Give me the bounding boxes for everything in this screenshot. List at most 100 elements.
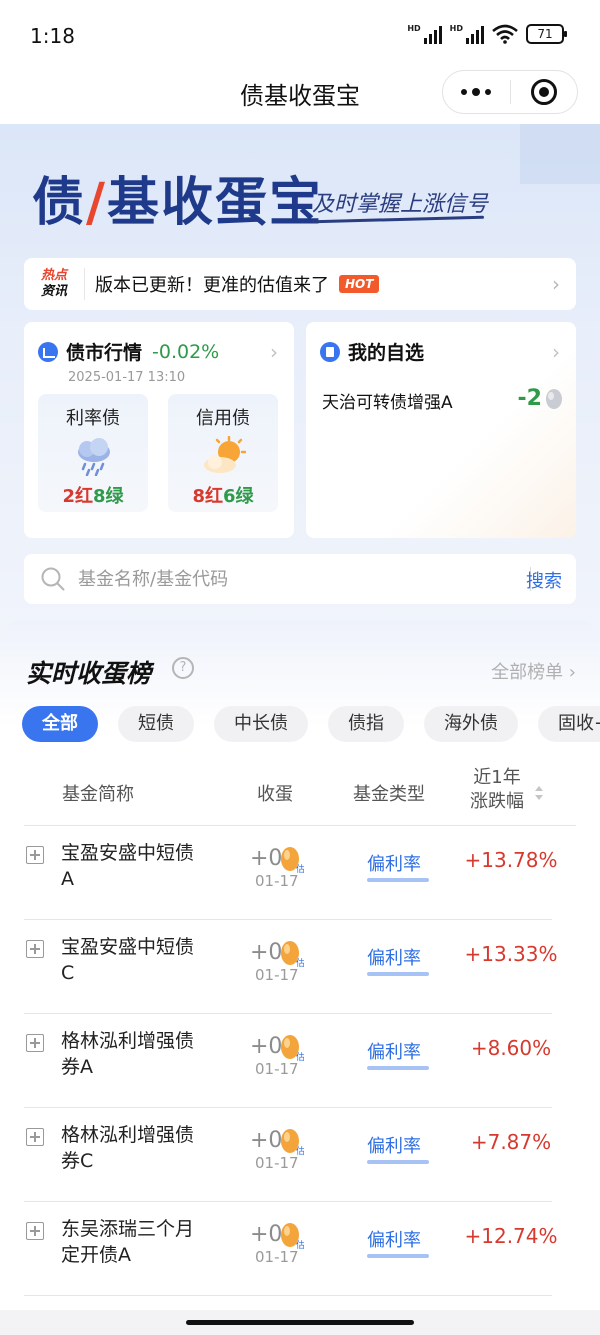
- search-bar: 搜索: [24, 554, 576, 604]
- add-fund-icon[interactable]: [26, 846, 44, 864]
- favorite-fund-name[interactable]: 天治可转债增强A: [322, 388, 453, 413]
- credit-bond-count: 8红6绿: [192, 486, 254, 507]
- search-icon: [41, 567, 65, 591]
- fund-type[interactable]: 偏利率: [367, 1226, 421, 1252]
- header-eggs: 收蛋: [257, 784, 293, 805]
- tab-mid-long-bond[interactable]: 中长债: [214, 706, 308, 742]
- add-fund-icon[interactable]: [26, 1128, 44, 1146]
- home-indicator: [186, 1320, 414, 1325]
- egg-icon: 估: [281, 1035, 304, 1062]
- rain-cloud-icon: [78, 438, 110, 476]
- more-icon[interactable]: [443, 88, 510, 96]
- header-change[interactable]: 近1年 涨跌幅: [470, 766, 524, 814]
- favorites-card[interactable]: 我的自选 › 天治可转债增强A -2: [306, 322, 576, 538]
- table-row[interactable]: 宝盈安盛中短债C +0 估 01-17 偏利率 +13.33%: [24, 920, 576, 1014]
- status-icons: HD HD 71: [407, 24, 567, 44]
- table-row[interactable]: 宝盈安盛中短债A +0 估 01-17 偏利率 +13.78%: [24, 826, 576, 920]
- category-tabs: 全部 短债 中长债 债指 海外债 固收+: [22, 706, 600, 742]
- fund-type[interactable]: 偏利率: [367, 1132, 421, 1158]
- hero-slogan: 及时掌握上涨信号: [312, 192, 489, 217]
- chevron-right-icon: ›: [552, 272, 560, 296]
- table-row[interactable]: 格林泓利增强债券A +0 估 01-17 偏利率 +8.60%: [24, 1014, 576, 1108]
- chart-icon: [38, 341, 58, 362]
- header-fund-name: 基金简称: [62, 784, 134, 805]
- tab-bond-index[interactable]: 债指: [328, 706, 404, 742]
- sort-icon[interactable]: [534, 784, 544, 802]
- egg-date: 01-17: [255, 966, 299, 984]
- title-bar: 债基收蛋宝: [0, 60, 600, 124]
- ranking-panel: 实时收蛋榜 ? 全部榜单 › 全部 短债 中长债 债指 海外债 固收+ 基金简称…: [0, 620, 600, 1335]
- egg-date: 01-17: [255, 1060, 299, 1078]
- wifi-icon: [492, 24, 518, 44]
- status-time: 1:18: [30, 24, 75, 48]
- tab-all[interactable]: 全部: [22, 706, 98, 742]
- table-row[interactable]: 东吴添瑞三个月定开债A +0 估 01-17 偏利率 +12.74%: [24, 1202, 576, 1296]
- fund-type-underline: [367, 878, 429, 882]
- search-input[interactable]: [78, 564, 498, 594]
- bookmark-icon: [320, 341, 340, 362]
- egg-date: 01-17: [255, 1248, 299, 1266]
- fund-name[interactable]: 格林泓利增强债券C: [61, 1122, 201, 1174]
- fund-change: +8.60%: [470, 1036, 552, 1060]
- bond-market-card[interactable]: 债市行情 -0.02% › 2025-01-17 13:10 利率债 2红8绿 …: [24, 322, 294, 538]
- fund-type-underline: [367, 1254, 429, 1258]
- help-icon[interactable]: ?: [172, 657, 194, 679]
- egg-date: 01-17: [255, 872, 299, 890]
- battery-icon: 71: [526, 24, 567, 44]
- rate-bond-count: 2红8绿: [62, 486, 124, 507]
- egg-icon: 估: [281, 941, 304, 968]
- fund-change: +7.87%: [470, 1130, 552, 1154]
- fund-type[interactable]: 偏利率: [367, 850, 421, 876]
- egg-count: +0: [250, 940, 283, 965]
- favorite-fund-value: -2: [517, 386, 542, 411]
- add-fund-icon[interactable]: [26, 1222, 44, 1240]
- hero-logo: 债/基收蛋宝: [32, 172, 324, 233]
- ranking-title: 实时收蛋榜: [26, 659, 152, 688]
- fund-type[interactable]: 偏利率: [367, 1038, 421, 1064]
- egg-count: +0: [250, 846, 283, 871]
- fund-change: +13.78%: [464, 848, 558, 872]
- egg-icon: 估: [281, 1223, 304, 1250]
- market-time: 2025-01-17 13:10: [68, 370, 186, 385]
- egg-count: +0: [250, 1034, 283, 1059]
- sun-cloud-icon: [204, 436, 246, 473]
- table-header: 基金简称 收蛋 基金类型 近1年 涨跌幅: [24, 762, 576, 826]
- chevron-right-icon: ›: [270, 340, 278, 364]
- fund-name[interactable]: 东吴添瑞三个月定开债A: [61, 1216, 201, 1268]
- egg-count: +0: [250, 1222, 283, 1247]
- fund-change: +12.74%: [464, 1224, 558, 1248]
- fund-name[interactable]: 格林泓利增强债券A: [61, 1028, 201, 1080]
- hot-news-tag: 热点 资讯: [40, 268, 67, 299]
- rate-bond-box[interactable]: 利率债 2红8绿: [38, 394, 148, 512]
- add-fund-icon[interactable]: [26, 1034, 44, 1052]
- fund-change: +13.33%: [464, 942, 558, 966]
- tab-fixed-income-plus[interactable]: 固收+: [538, 706, 600, 742]
- add-fund-icon[interactable]: [26, 940, 44, 958]
- credit-bond-box[interactable]: 信用债 8红6绿: [168, 394, 278, 512]
- market-title: 债市行情 -0.02%: [38, 338, 219, 365]
- gray-egg-icon: [546, 389, 562, 409]
- mini-program-capsule: [442, 70, 578, 114]
- hot-badge: HOT: [339, 275, 380, 293]
- fund-name[interactable]: 宝盈安盛中短债C: [61, 934, 201, 986]
- close-target-icon[interactable]: [511, 79, 578, 105]
- cellular-signal-icon: HD: [407, 24, 442, 44]
- all-rankings-link[interactable]: 全部榜单 ›: [491, 658, 576, 684]
- chevron-right-icon: ›: [552, 340, 560, 364]
- fund-type-underline: [367, 972, 429, 976]
- market-change: -0.02%: [152, 340, 220, 363]
- fund-type-underline: [367, 1066, 429, 1070]
- fund-name[interactable]: 宝盈安盛中短债A: [61, 840, 201, 892]
- fund-type[interactable]: 偏利率: [367, 944, 421, 970]
- egg-date: 01-17: [255, 1154, 299, 1172]
- table-row[interactable]: 格林泓利增强债券C +0 估 01-17 偏利率 +7.87%: [24, 1108, 576, 1202]
- tab-short-bond[interactable]: 短债: [118, 706, 194, 742]
- cellular-signal-2-icon: HD: [450, 24, 484, 44]
- news-bar[interactable]: 热点 资讯 版本已更新！更准的估值来了 HOT ›: [24, 258, 576, 310]
- favorites-title: 我的自选: [320, 338, 424, 365]
- header-fund-type: 基金类型: [353, 784, 425, 805]
- news-text: 版本已更新！更准的估值来了: [95, 275, 329, 296]
- tab-overseas-bond[interactable]: 海外债: [424, 706, 518, 742]
- search-button[interactable]: 搜索: [526, 567, 562, 593]
- hero-decoration: [520, 124, 600, 184]
